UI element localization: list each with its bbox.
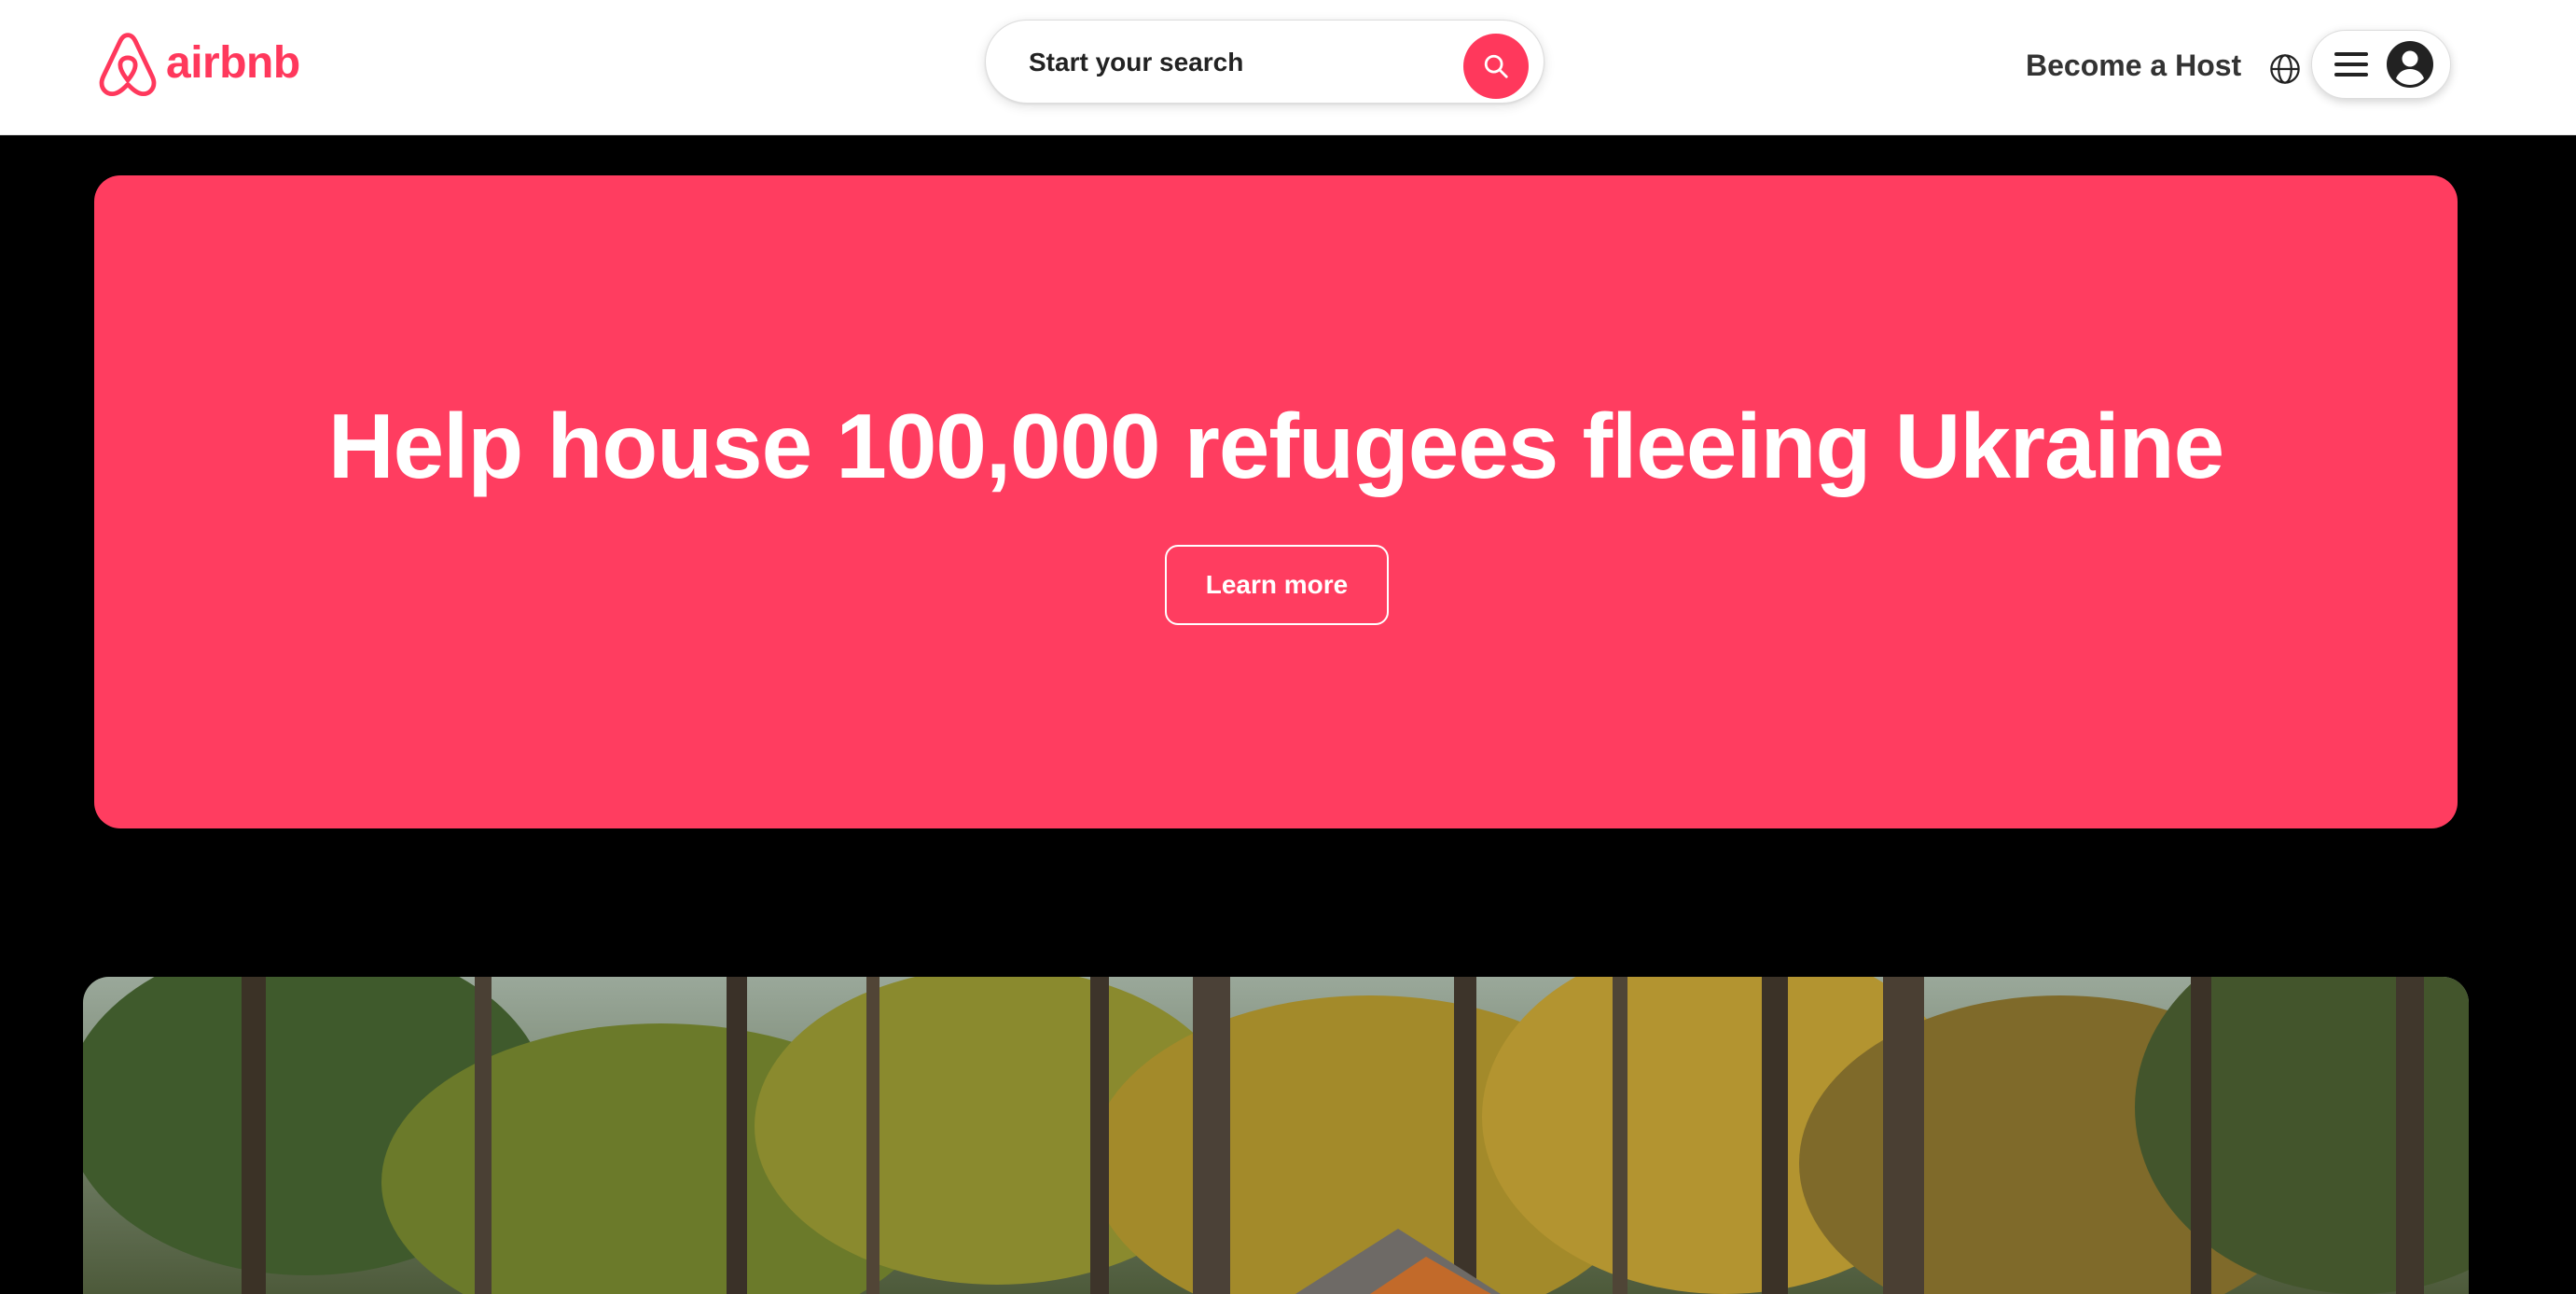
ukraine-refugee-banner: Help house 100,000 refugees fleeing Ukra… <box>94 175 2458 828</box>
forest-cabin-photo <box>83 977 2469 1294</box>
learn-more-button[interactable]: Learn more <box>1165 545 1389 625</box>
banner-title: Help house 100,000 refugees fleeing Ukra… <box>327 395 2224 497</box>
search-bar[interactable]: Start your search <box>985 20 1544 104</box>
language-button[interactable] <box>2264 49 2306 90</box>
user-menu-button[interactable] <box>2311 30 2451 99</box>
search-icon <box>1484 54 1508 78</box>
airbnb-logo-link[interactable]: airbnb <box>95 30 300 101</box>
airbnb-belo-icon <box>99 33 157 97</box>
hamburger-menu-icon <box>2334 50 2368 78</box>
brand-wordmark: airbnb <box>166 38 300 88</box>
search-prompt: Start your search <box>1029 48 1244 77</box>
hero-image[interactable] <box>83 977 2469 1294</box>
become-a-host-link[interactable]: Become a Host <box>2015 37 2252 93</box>
globe-icon <box>2270 54 2300 84</box>
user-avatar-icon <box>2387 41 2433 88</box>
search-button[interactable] <box>1463 34 1529 99</box>
top-navigation-bar: airbnb Start your search Become a Host <box>0 0 2576 135</box>
